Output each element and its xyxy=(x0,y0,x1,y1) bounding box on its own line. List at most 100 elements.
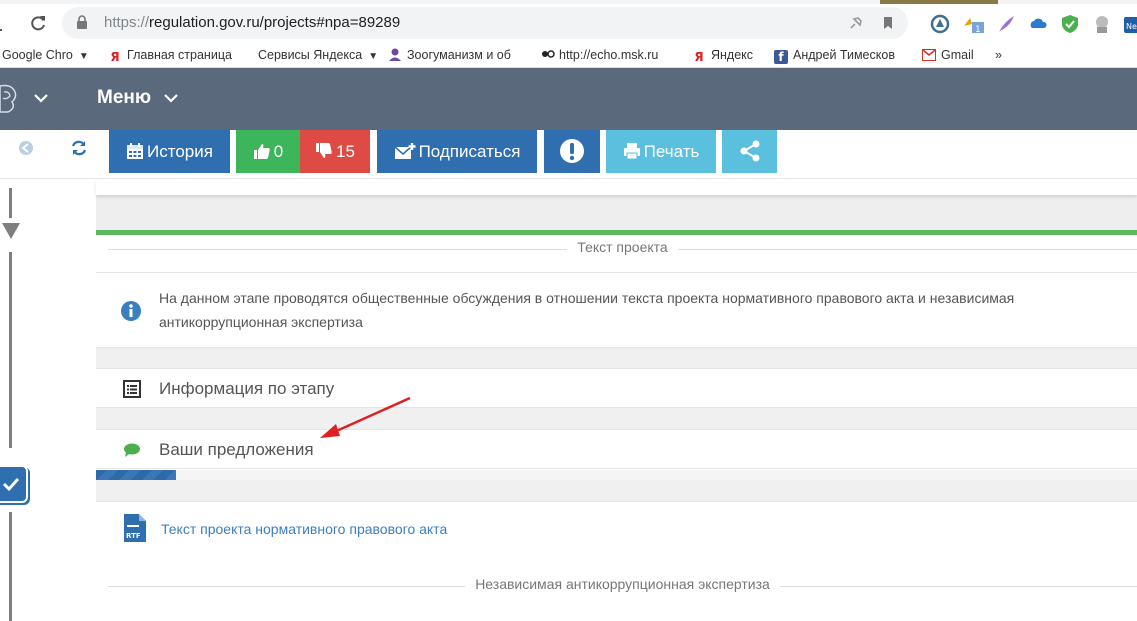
url-text: https://regulation.gov.ru/projects#npa=8… xyxy=(104,14,400,31)
bookmark-label: http://echo.msk.ru xyxy=(559,48,659,62)
chevron-down-icon[interactable] xyxy=(33,90,49,106)
shield-icon[interactable] xyxy=(1060,14,1080,34)
dropdown-arrow-icon: ▼ xyxy=(78,51,89,62)
info-text: На данном этапе проводятся общественные … xyxy=(159,290,1015,330)
stage-info-notice: На данном этапе проводятся общественные … xyxy=(96,272,1137,348)
history-button[interactable]: История xyxy=(109,130,230,173)
timeline-arrow-icon xyxy=(2,223,20,239)
project-toolbar: История 0 15 Подписаться Печать xyxy=(0,130,1137,179)
reload-icon[interactable] xyxy=(28,13,48,33)
expertise-title-text: Независимая антикоррупционная экспертиза xyxy=(465,576,780,592)
back-circle-icon[interactable] xyxy=(17,139,35,157)
dislikes-count: 15 xyxy=(336,142,355,161)
proposals-progress-bar xyxy=(96,470,1137,480)
bookmark-yandex-main[interactable]: Я Главная страница xyxy=(108,47,232,64)
print-button[interactable]: Печать xyxy=(606,130,716,173)
news-icon[interactable]: Ne xyxy=(1122,14,1137,34)
refresh-icon[interactable] xyxy=(70,139,88,157)
section-title-text: Текст проекта xyxy=(567,239,678,255)
likes-count: 0 xyxy=(273,142,284,161)
envelope-plus-icon xyxy=(394,143,416,159)
list-icon xyxy=(123,380,141,398)
url-path: regulation.gov.ru/projects#npa=89289 xyxy=(149,14,401,31)
spacer xyxy=(96,348,1137,368)
dropdown-arrow-icon: ▼ xyxy=(368,51,379,62)
more-bookmarks-button[interactable]: » xyxy=(995,47,1002,63)
stage-completed-checkbox[interactable] xyxy=(0,465,28,503)
browser-address-bar: https://regulation.gov.ru/projects#npa=8… xyxy=(0,4,1137,42)
section-title: Текст проекта xyxy=(108,239,1137,259)
url-bar[interactable]: https://regulation.gov.ru/projects#npa=8… xyxy=(62,7,908,39)
bookmark-label: Google Chro xyxy=(2,48,73,62)
subscribe-label: Подписаться xyxy=(418,142,521,161)
timeline-line xyxy=(9,188,12,218)
report-button[interactable] xyxy=(544,130,600,173)
bookmark-google-chrome[interactable]: Google Chro ▼ xyxy=(2,47,89,63)
annotation-arrow-icon xyxy=(320,396,411,438)
url-protocol: https:// xyxy=(104,14,150,31)
printer-icon xyxy=(623,143,640,160)
progress-fill xyxy=(96,470,177,480)
bookmark-facebook[interactable]: f Андрей Тимесков xyxy=(774,47,895,64)
history-label: История xyxy=(147,142,213,161)
extension-icon[interactable]: 1 xyxy=(962,14,984,35)
info-icon xyxy=(121,301,141,321)
bookmark-label: Gmail xyxy=(941,48,974,62)
print-label: Печать xyxy=(643,142,700,161)
bookmark-zoohumanism[interactable]: Зоогуманизм и об xyxy=(388,47,511,63)
share-icon xyxy=(740,140,759,162)
bookmark-label: Сервисы Яндекса xyxy=(258,48,363,62)
bookmarks-bar: Google Chro ▼ Я Главная страница Сервисы Я… xyxy=(0,42,1137,68)
home-icon[interactable] xyxy=(0,13,14,33)
bookmark-icon[interactable] xyxy=(880,15,896,31)
proposals-row[interactable]: Ваши предложения xyxy=(96,429,1137,469)
bookmark-yandex[interactable]: Я Яндекс xyxy=(692,47,754,64)
proposals-label: Ваши предложения xyxy=(159,440,314,459)
thumbs-up-icon xyxy=(253,144,270,159)
bookmark-label: Яндекс xyxy=(711,48,754,62)
exclamation-circle-icon xyxy=(560,139,584,163)
spacer xyxy=(96,408,1137,429)
comment-icon xyxy=(124,443,140,457)
bookmark-yandex-services[interactable]: Сервисы Яндекса ▼ xyxy=(258,47,378,63)
cloud-icon[interactable] xyxy=(1028,14,1048,34)
stage-timeline xyxy=(0,179,96,621)
thumbs-down-icon xyxy=(316,143,332,158)
menu-label: Меню xyxy=(97,87,152,108)
like-button[interactable]: 0 xyxy=(236,130,300,173)
chevron-down-icon[interactable] xyxy=(163,90,179,106)
timeline-line xyxy=(9,252,12,448)
bookmark-echo[interactable]: http://echo.msk.ru xyxy=(540,47,658,63)
bookmark-label: Андрей Тимесков xyxy=(793,48,895,62)
facebook-icon: f xyxy=(774,50,788,64)
expertise-title: Независимая антикоррупционная экспертиза xyxy=(108,576,1137,596)
share-button[interactable] xyxy=(722,130,777,173)
svg-text:RTF: RTF xyxy=(126,532,141,540)
calendar-icon xyxy=(127,143,144,159)
document-link[interactable]: Текст проекта нормативного правового акт… xyxy=(161,521,447,537)
yandex-icon: Я xyxy=(694,50,704,64)
check-icon xyxy=(2,477,20,492)
feather-icon[interactable] xyxy=(996,14,1016,34)
user-icon xyxy=(388,47,402,61)
rtf-file-icon[interactable]: RTF xyxy=(123,513,147,543)
coat-of-arms-logo[interactable] xyxy=(0,82,18,114)
previous-stage-card xyxy=(96,179,1137,195)
panel-accent-bar xyxy=(96,230,1137,235)
svg-text:1: 1 xyxy=(975,25,981,34)
lock-icon xyxy=(77,15,87,29)
spacer xyxy=(96,480,1137,501)
stage-panel: Текст проекта На данном этапе проводятся… xyxy=(96,230,1137,621)
extension-icon[interactable] xyxy=(1092,14,1112,34)
bookmark-gmail[interactable]: Gmail xyxy=(922,47,974,63)
screen: https://regulation.gov.ru/projects#npa=8… xyxy=(0,0,1137,621)
stage-info-label: Информация по этапу xyxy=(159,379,335,398)
dislike-button[interactable]: 15 xyxy=(300,130,370,173)
echo-icon xyxy=(540,47,555,61)
extension-icon[interactable] xyxy=(930,14,950,34)
subscribe-button[interactable]: Подписаться xyxy=(377,130,537,173)
pin-icon[interactable] xyxy=(848,15,864,31)
stage-info-row[interactable]: Информация по этапу xyxy=(96,368,1137,408)
timeline-line xyxy=(9,512,12,621)
menu-button[interactable]: Меню xyxy=(97,87,151,109)
